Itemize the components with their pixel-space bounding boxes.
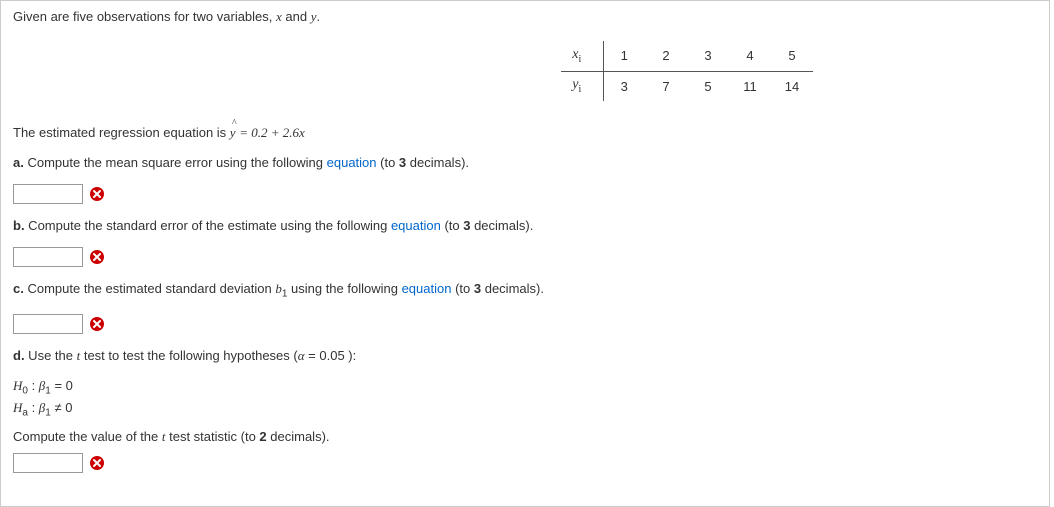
regression-prefix: The estimated regression equation is — [13, 125, 230, 140]
x-cell: 5 — [771, 41, 813, 71]
incorrect-icon — [89, 455, 105, 471]
input-row-a — [13, 184, 1037, 204]
y-cell: 14 — [771, 71, 813, 101]
incorrect-icon — [89, 186, 105, 202]
x-header: xi — [561, 41, 603, 71]
part-a-label: a. — [13, 155, 24, 170]
answer-input-b[interactable] — [13, 247, 83, 267]
y-cell: 11 — [729, 71, 771, 101]
y-header: yi — [561, 71, 603, 101]
regression-eq: = 0.2 + 2.6x — [239, 125, 305, 140]
part-b: b. Compute the standard error of the est… — [13, 218, 1037, 233]
y-cell: 7 — [645, 71, 687, 101]
input-row-b — [13, 247, 1037, 267]
part-b-text: Compute the standard error of the estima… — [25, 218, 391, 233]
y-cell: 5 — [687, 71, 729, 101]
hypothesis-ha: Ha : β1 ≠ 0 — [13, 400, 1037, 419]
hypothesis-h0: H0 : β1 = 0 — [13, 378, 1037, 397]
input-row-c — [13, 314, 1037, 334]
part-a: a. Compute the mean square error using t… — [13, 155, 1037, 170]
part-d-compute: Compute the value of the t test statisti… — [13, 429, 1037, 445]
answer-input-d[interactable] — [13, 453, 83, 473]
table-row: yi 3 7 5 11 14 — [561, 71, 813, 101]
equation-link-a[interactable]: equation — [327, 155, 377, 170]
intro-text: Given are five observations for two vari… — [13, 9, 1037, 25]
x-cell: 3 — [687, 41, 729, 71]
y-hat: y — [230, 125, 236, 141]
equation-link-b[interactable]: equation — [391, 218, 441, 233]
part-b-label: b. — [13, 218, 25, 233]
part-c: c. Compute the estimated standard deviat… — [13, 281, 1037, 300]
part-c-text: Compute the estimated standard deviation… — [24, 281, 402, 296]
data-table-wrap: xi 1 2 3 4 5 yi 3 7 5 11 14 — [561, 41, 813, 101]
x-cell: 2 — [645, 41, 687, 71]
incorrect-icon — [89, 249, 105, 265]
incorrect-icon — [89, 316, 105, 332]
part-a-text: Compute the mean square error using the … — [24, 155, 327, 170]
part-d-label: d. — [13, 348, 25, 363]
part-b-suffix: (to 3 decimals). — [441, 218, 534, 233]
equation-link-c[interactable]: equation — [402, 281, 452, 296]
question-container: Given are five observations for two vari… — [0, 0, 1050, 507]
answer-input-c[interactable] — [13, 314, 83, 334]
part-d-text: Use the t test to test the following hyp… — [25, 348, 357, 363]
x-cell: 4 — [729, 41, 771, 71]
regression-line: The estimated regression equation is y =… — [13, 125, 1037, 141]
answer-input-a[interactable] — [13, 184, 83, 204]
input-row-d — [13, 453, 1037, 473]
part-a-suffix: (to 3 decimals). — [377, 155, 470, 170]
part-c-label: c. — [13, 281, 24, 296]
y-cell: 3 — [603, 71, 645, 101]
data-table: xi 1 2 3 4 5 yi 3 7 5 11 14 — [561, 41, 813, 101]
part-d: d. Use the t test to test the following … — [13, 348, 1037, 364]
table-row: xi 1 2 3 4 5 — [561, 41, 813, 71]
x-cell: 1 — [603, 41, 645, 71]
part-c-suffix: (to 3 decimals). — [451, 281, 544, 296]
